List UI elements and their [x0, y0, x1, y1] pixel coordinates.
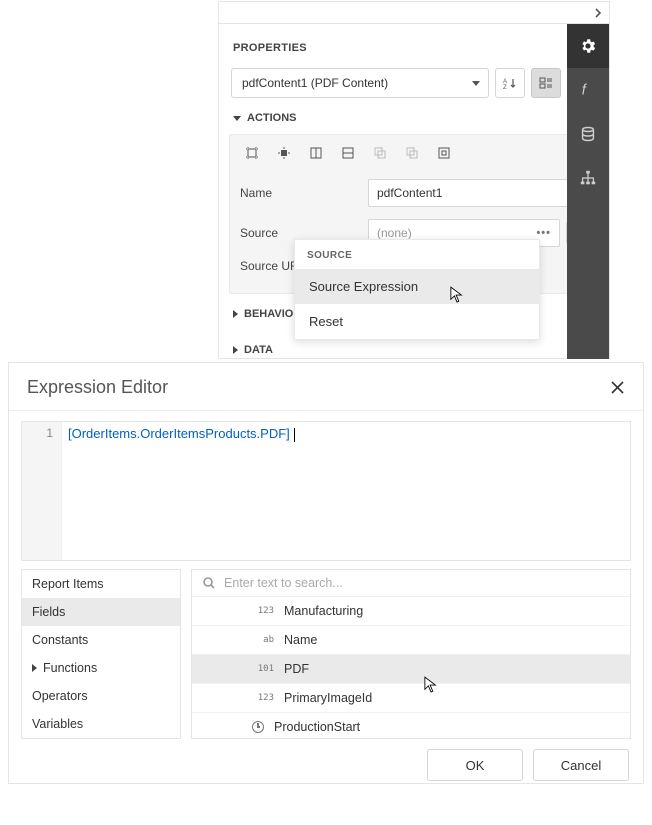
align-to-grid-icon[interactable] — [276, 145, 292, 161]
type-badge: 123 — [252, 606, 274, 616]
cancel-label: Cancel — [561, 758, 601, 773]
sort-az-button[interactable]: AZ — [495, 68, 525, 98]
category-item[interactable]: Constants — [22, 626, 180, 654]
svg-text:Z: Z — [503, 85, 507, 90]
rail-properties-button[interactable] — [567, 24, 609, 68]
category-item[interactable]: Functions — [22, 654, 180, 682]
clock-icon — [252, 721, 264, 733]
section-data-label: DATA — [244, 344, 273, 356]
field-row[interactable]: 123 Manufacturing — [192, 597, 630, 626]
cancel-button[interactable]: Cancel — [533, 749, 629, 781]
source-menu-item[interactable]: Source Expression — [295, 269, 539, 304]
category-item[interactable]: Report Items — [22, 570, 180, 598]
expression-text: [OrderItems.OrderItemsProducts.PDF] — [68, 426, 290, 441]
categorize-button[interactable] — [531, 68, 561, 98]
browse-source-button[interactable]: ••• — [536, 227, 551, 239]
send-back-icon[interactable] — [404, 145, 420, 161]
source-menu-item[interactable]: Reset — [295, 304, 539, 339]
field-name: Name — [284, 633, 317, 647]
field-name: PrimaryImageId — [284, 691, 372, 705]
category-label: Constants — [32, 633, 88, 647]
rail-expressions-button[interactable]: f — [567, 68, 609, 112]
category-label: Fields — [32, 605, 65, 619]
chevron-right-icon — [233, 310, 238, 318]
field-name: Manufacturing — [284, 604, 363, 618]
field-name: PDF — [284, 662, 309, 676]
size-to-grid-icon[interactable] — [244, 145, 260, 161]
field-row[interactable]: ProductionStart — [192, 713, 630, 738]
line-gutter: 1 — [22, 422, 62, 560]
type-badge: 101 — [252, 664, 274, 674]
category-label: Operators — [32, 689, 88, 703]
collapse-panel-button[interactable] — [587, 2, 609, 24]
svg-text:f: f — [582, 83, 588, 99]
source-label: Source — [240, 226, 368, 240]
field-panel: 123 Manufacturing ab Name 101 PDF 123 PrimaryIm… — [191, 569, 631, 739]
category-item[interactable]: Fields — [22, 598, 180, 626]
source-context-menu: SOURCE Source ExpressionReset — [294, 239, 540, 340]
field-list[interactable]: 123 Manufacturing ab Name 101 PDF 123 PrimaryIm… — [192, 597, 630, 738]
name-label: Name — [240, 186, 368, 200]
chevron-down-icon — [472, 81, 480, 86]
side-rail: f — [567, 24, 609, 359]
text-caret — [294, 428, 295, 442]
close-button[interactable] — [607, 378, 627, 398]
field-search-input[interactable] — [224, 576, 620, 590]
ok-label: OK — [466, 758, 485, 773]
section-behaviour-label: BEHAVIO — [244, 308, 293, 320]
chevron-right-icon — [233, 346, 238, 354]
field-name: ProductionStart — [274, 720, 360, 734]
source-value: (none) — [377, 226, 412, 240]
name-input[interactable]: pdfContent1 — [368, 179, 588, 207]
code-content[interactable]: [OrderItems.OrderItemsProducts.PDF] — [62, 422, 630, 560]
element-selector-label: pdfContent1 (PDF Content) — [242, 76, 388, 90]
field-row[interactable]: 101 PDF — [192, 655, 630, 684]
line-number: 1 — [22, 426, 53, 440]
type-badge: 123 — [252, 693, 274, 703]
category-list[interactable]: Report Items Fields Constants Functions Oper… — [21, 569, 181, 739]
category-label: Variables — [32, 717, 83, 731]
name-value: pdfContent1 — [377, 186, 442, 200]
ok-button[interactable]: OK — [427, 749, 523, 781]
chevron-down-icon — [233, 116, 241, 121]
cursor-icon — [450, 286, 464, 304]
source-menu-header: SOURCE — [295, 240, 539, 269]
category-item[interactable]: Variables — [22, 710, 180, 738]
vert-spacing-icon[interactable] — [340, 145, 356, 161]
layout-action-toolbar — [240, 143, 588, 173]
type-badge: ab — [252, 635, 274, 645]
cursor-icon — [424, 676, 438, 694]
category-label: Report Items — [32, 577, 104, 591]
expression-editor-dialog: Expression Editor 1 [OrderItems.OrderIte… — [8, 362, 644, 784]
dialog-title: Expression Editor — [27, 377, 168, 398]
code-editor[interactable]: 1 [OrderItems.OrderItemsProducts.PDF] — [21, 421, 631, 561]
properties-topbar — [219, 2, 609, 24]
category-label: Functions — [43, 661, 97, 675]
field-row[interactable]: ab Name — [192, 626, 630, 655]
hor-spacing-icon[interactable] — [308, 145, 324, 161]
chevron-right-icon — [32, 664, 37, 672]
section-actions-label: ACTIONS — [247, 112, 297, 124]
section-actions-header[interactable]: ACTIONS — [231, 98, 597, 134]
field-row[interactable]: 123 PrimaryImageId — [192, 684, 630, 713]
rail-explorer-button[interactable] — [567, 156, 609, 200]
rail-data-button[interactable] — [567, 112, 609, 156]
bring-front-icon[interactable] — [372, 145, 388, 161]
properties-title: PROPERTIES — [231, 24, 597, 68]
center-icon[interactable] — [436, 145, 452, 161]
element-selector-combo[interactable]: pdfContent1 (PDF Content) — [231, 68, 489, 98]
category-item[interactable]: Operators — [22, 682, 180, 710]
search-icon — [202, 576, 216, 590]
